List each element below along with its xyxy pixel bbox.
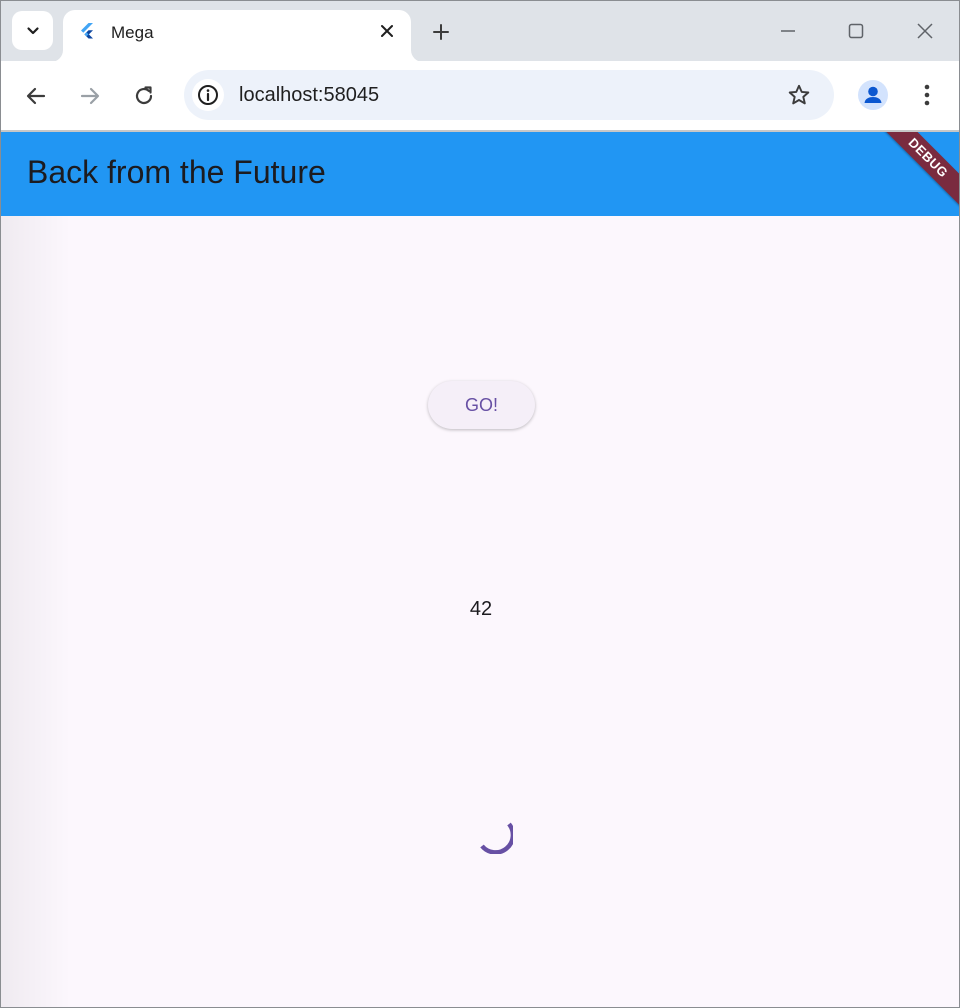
new-tab-button[interactable] bbox=[428, 19, 454, 45]
tab-mega[interactable]: Mega bbox=[63, 10, 411, 62]
left-shadow bbox=[1, 216, 71, 1007]
minimize-icon bbox=[781, 30, 795, 32]
info-icon bbox=[198, 85, 218, 105]
reload-button[interactable] bbox=[126, 78, 162, 114]
forward-button[interactable] bbox=[72, 78, 108, 114]
tab-title: Mega bbox=[111, 23, 154, 42]
result-value: 42 bbox=[469, 598, 493, 620]
reload-icon bbox=[135, 86, 153, 105]
star-icon bbox=[788, 84, 810, 105]
browser-toolbar: localhost:58045 bbox=[1, 61, 959, 131]
chevron-down-icon bbox=[26, 26, 39, 34]
person-icon bbox=[864, 86, 882, 103]
app-title: Back from the Future bbox=[27, 154, 326, 190]
tab-search-button[interactable] bbox=[12, 11, 53, 50]
flutter-logo-icon bbox=[81, 23, 93, 39]
browser-window: Mega localhost:58045 Back from the Futur… bbox=[0, 0, 960, 1008]
arrow-right-icon bbox=[80, 87, 100, 105]
tab-close-button[interactable] bbox=[377, 21, 397, 41]
close-window-button[interactable] bbox=[910, 16, 940, 46]
tab-strip: Mega bbox=[1, 1, 959, 62]
plus-icon bbox=[433, 24, 449, 40]
maximize-button[interactable] bbox=[841, 16, 871, 46]
bookmark-button[interactable] bbox=[786, 82, 812, 108]
address-bar[interactable]: localhost:58045 bbox=[184, 70, 834, 120]
close-icon bbox=[381, 25, 393, 37]
url-text: localhost:58045 bbox=[239, 84, 380, 106]
browser-menu-button[interactable] bbox=[913, 80, 941, 110]
progress-spinner-icon bbox=[480, 822, 513, 854]
go-button[interactable]: GO! bbox=[428, 381, 535, 429]
more-vertical-icon bbox=[924, 84, 930, 106]
app-bar: Back from the Future bbox=[1, 132, 959, 216]
minimize-button[interactable] bbox=[773, 16, 803, 46]
close-icon bbox=[917, 23, 933, 39]
profile-button[interactable] bbox=[858, 80, 888, 110]
flutter-app: Back from the Future DEBUG GO! 42 bbox=[1, 132, 959, 1007]
site-info-button[interactable] bbox=[192, 79, 224, 111]
back-button[interactable] bbox=[18, 78, 54, 114]
maximize-icon bbox=[848, 23, 864, 39]
arrow-left-icon bbox=[26, 87, 46, 105]
